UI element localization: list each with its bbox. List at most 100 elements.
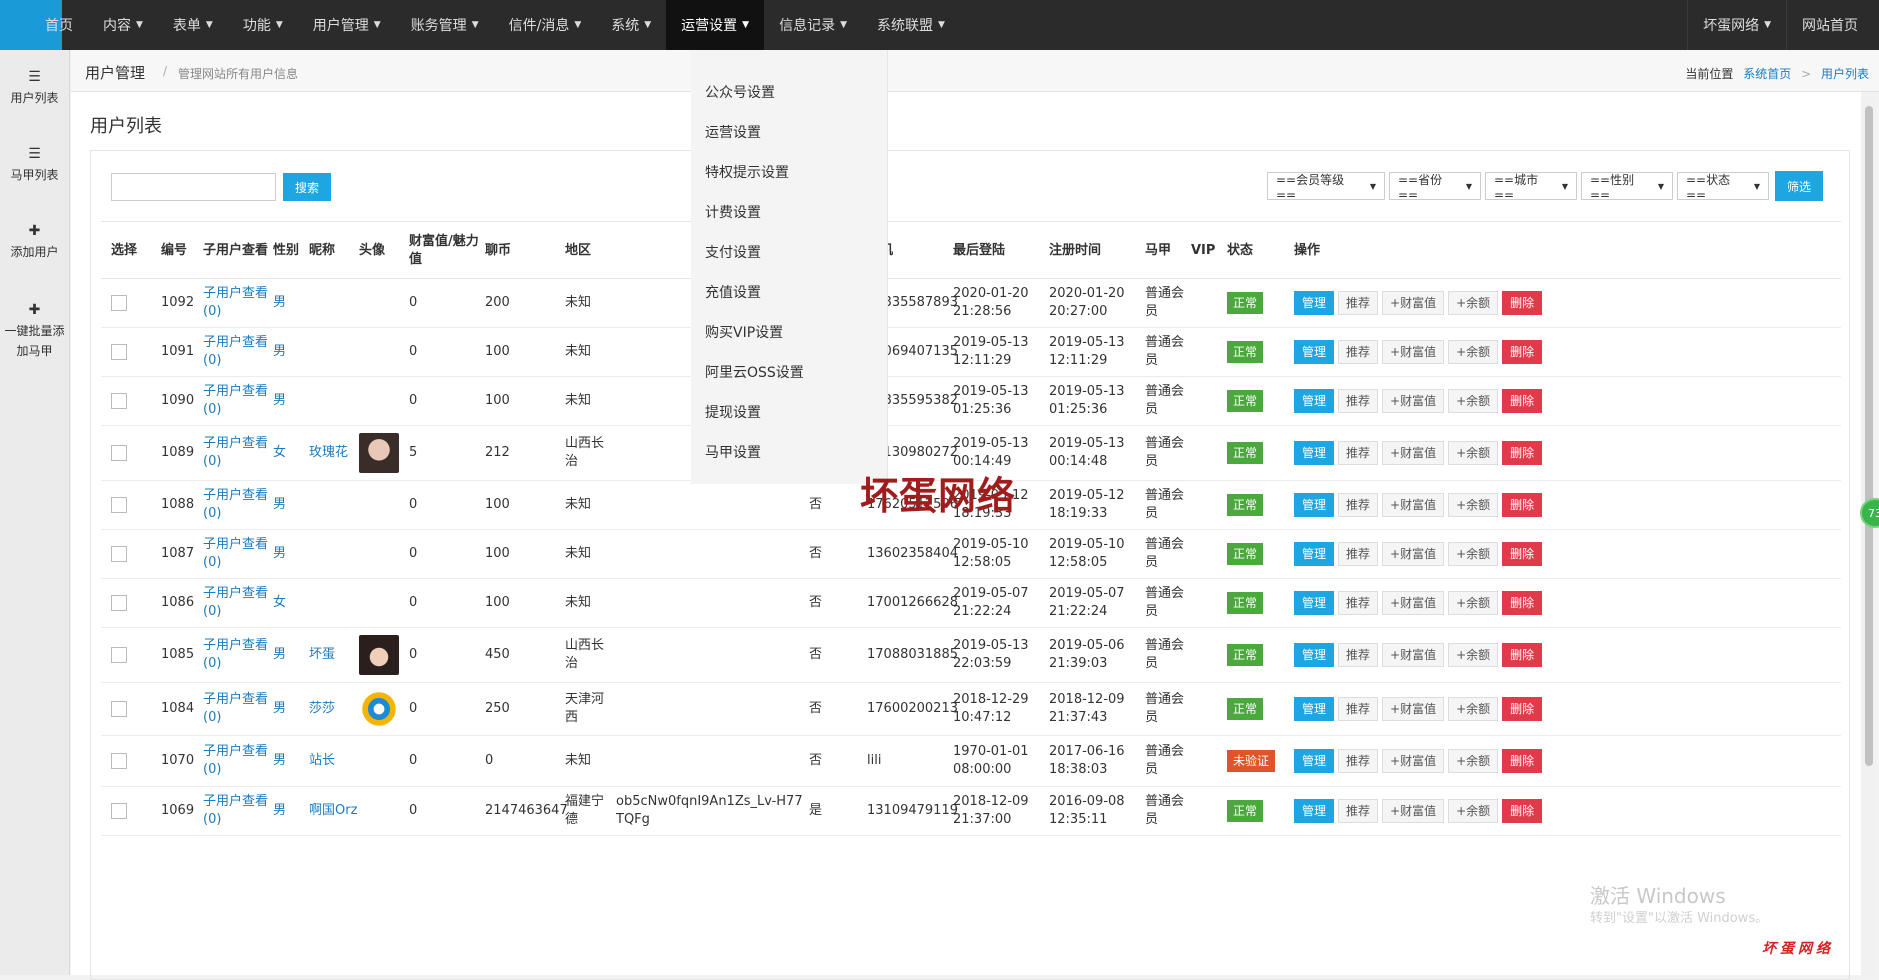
filter-select-2[interactable]: ==城市== ▼ <box>1485 172 1577 202</box>
row-checkbox[interactable] <box>111 701 127 717</box>
nav-item-4[interactable]: 用户管理 ▼ <box>298 0 396 50</box>
manage-button[interactable]: 管理 <box>1294 340 1335 364</box>
add-balance-button[interactable]: +余额 <box>1448 643 1499 667</box>
cell-sub-text[interactable]: 子用户查看(0) <box>203 536 273 572</box>
filter-button[interactable]: 筛选 <box>1775 171 1823 201</box>
recommend-button[interactable]: 推荐 <box>1338 542 1379 566</box>
dropdown-item-0[interactable]: 公众号设置 <box>691 72 887 112</box>
add-balance-button[interactable]: +余额 <box>1448 340 1499 364</box>
dropdown-item-1[interactable]: 运营设置 <box>691 112 887 152</box>
cell-nick-text[interactable]: 坏蛋 <box>309 646 335 664</box>
row-checkbox[interactable] <box>111 647 127 663</box>
add-wealth-button[interactable]: +财富值 <box>1382 340 1445 364</box>
dropdown-item-5[interactable]: 充值设置 <box>691 272 887 312</box>
row-checkbox[interactable] <box>111 393 127 409</box>
dropdown-item-2[interactable]: 特权提示设置 <box>691 152 887 192</box>
delete-button[interactable]: 删除 <box>1502 340 1543 364</box>
add-wealth-button[interactable]: +财富值 <box>1382 799 1445 823</box>
add-balance-button[interactable]: +余额 <box>1448 542 1499 566</box>
nav-item-6[interactable]: 信件/消息 ▼ <box>494 0 597 50</box>
cell-nick-text[interactable]: 啊国Orz <box>309 802 357 820</box>
search-button[interactable]: 搜索 <box>283 173 331 201</box>
cell-sub-text[interactable]: 子用户查看(0) <box>203 334 273 370</box>
delete-button[interactable]: 删除 <box>1502 291 1543 315</box>
recommend-button[interactable]: 推荐 <box>1338 493 1379 517</box>
add-wealth-button[interactable]: +财富值 <box>1382 441 1445 465</box>
sidebar-item-0[interactable]: ☰ 用户列表 <box>0 50 69 127</box>
cell-nick-text[interactable]: 站长 <box>309 752 335 770</box>
add-wealth-button[interactable]: +财富值 <box>1382 389 1445 413</box>
delete-button[interactable]: 删除 <box>1502 591 1543 615</box>
breadcrumb-home-link[interactable]: 系统首页 <box>1743 67 1791 81</box>
delete-button[interactable]: 删除 <box>1502 799 1543 823</box>
breadcrumb-current-link[interactable]: 用户列表 <box>1821 67 1869 81</box>
recommend-button[interactable]: 推荐 <box>1338 643 1379 667</box>
manage-button[interactable]: 管理 <box>1294 441 1335 465</box>
nav-item-7[interactable]: 系统 ▼ <box>596 0 666 50</box>
add-balance-button[interactable]: +余额 <box>1448 441 1499 465</box>
filter-select-3[interactable]: ==性别== ▼ <box>1581 172 1673 202</box>
delete-button[interactable]: 删除 <box>1502 697 1543 721</box>
cell-sub-text[interactable]: 子用户查看(0) <box>203 383 273 419</box>
filter-select-1[interactable]: ==省份== ▼ <box>1389 172 1481 202</box>
add-balance-button[interactable]: +余额 <box>1448 291 1499 315</box>
cell-sub-text[interactable]: 子用户查看(0) <box>203 487 273 523</box>
cell-sub-text[interactable]: 子用户查看(0) <box>203 691 273 727</box>
cell-sub-text[interactable]: 子用户查看(0) <box>203 435 273 471</box>
manage-button[interactable]: 管理 <box>1294 799 1335 823</box>
recommend-button[interactable]: 推荐 <box>1338 291 1379 315</box>
dropdown-item-8[interactable]: 提现设置 <box>691 392 887 432</box>
manage-button[interactable]: 管理 <box>1294 749 1335 773</box>
manage-button[interactable]: 管理 <box>1294 643 1335 667</box>
nav-right-item-0[interactable]: 坏蛋网络 ▼ <box>1687 0 1786 50</box>
row-checkbox[interactable] <box>111 753 127 769</box>
delete-button[interactable]: 删除 <box>1502 493 1543 517</box>
recommend-button[interactable]: 推荐 <box>1338 340 1379 364</box>
scrollbar-thumb[interactable] <box>1865 106 1873 766</box>
nav-item-3[interactable]: 功能 ▼ <box>228 0 298 50</box>
add-balance-button[interactable]: +余额 <box>1448 493 1499 517</box>
dropdown-item-4[interactable]: 支付设置 <box>691 232 887 272</box>
recommend-button[interactable]: 推荐 <box>1338 697 1379 721</box>
nav-item-0[interactable]: 首页 <box>30 0 88 50</box>
sidebar-item-1[interactable]: ☰ 马甲列表 <box>0 127 69 204</box>
row-checkbox[interactable] <box>111 546 127 562</box>
add-wealth-button[interactable]: +财富值 <box>1382 697 1445 721</box>
delete-button[interactable]: 删除 <box>1502 749 1543 773</box>
dropdown-item-9[interactable]: 马甲设置 <box>691 432 887 472</box>
nav-item-10[interactable]: 系统联盟 ▼ <box>862 0 960 50</box>
add-wealth-button[interactable]: +财富值 <box>1382 591 1445 615</box>
cell-nick-text[interactable]: 玫瑰花 <box>309 444 348 462</box>
nav-item-1[interactable]: 内容 ▼ <box>88 0 158 50</box>
delete-button[interactable]: 删除 <box>1502 441 1543 465</box>
add-balance-button[interactable]: +余额 <box>1448 389 1499 413</box>
filter-select-0[interactable]: ==会员等级== ▼ <box>1267 172 1385 202</box>
sidebar-item-2[interactable]: ✚ 添加用户 <box>0 204 69 281</box>
nav-right-item-1[interactable]: 网站首页 <box>1786 0 1873 50</box>
add-balance-button[interactable]: +余额 <box>1448 799 1499 823</box>
recommend-button[interactable]: 推荐 <box>1338 799 1379 823</box>
manage-button[interactable]: 管理 <box>1294 542 1335 566</box>
cell-sub-text[interactable]: 子用户查看(0) <box>203 637 273 673</box>
dropdown-item-7[interactable]: 阿里云OSS设置 <box>691 352 887 392</box>
recommend-button[interactable]: 推荐 <box>1338 389 1379 413</box>
add-balance-button[interactable]: +余额 <box>1448 749 1499 773</box>
row-checkbox[interactable] <box>111 295 127 311</box>
nav-item-9[interactable]: 信息记录 ▼ <box>764 0 862 50</box>
row-checkbox[interactable] <box>111 445 127 461</box>
cell-sub-text[interactable]: 子用户查看(0) <box>203 285 273 321</box>
cell-sub-text[interactable]: 子用户查看(0) <box>203 743 273 779</box>
delete-button[interactable]: 删除 <box>1502 542 1543 566</box>
recommend-button[interactable]: 推荐 <box>1338 591 1379 615</box>
sidebar-item-3[interactable]: ✚ 一键批量添加马甲 <box>0 281 69 381</box>
row-checkbox[interactable] <box>111 803 127 819</box>
recommend-button[interactable]: 推荐 <box>1338 749 1379 773</box>
page-scrollbar[interactable] <box>1862 96 1876 975</box>
cell-sub-text[interactable]: 子用户查看(0) <box>203 793 273 829</box>
row-checkbox[interactable] <box>111 344 127 360</box>
nav-item-5[interactable]: 账务管理 ▼ <box>396 0 494 50</box>
add-balance-button[interactable]: +余额 <box>1448 591 1499 615</box>
manage-button[interactable]: 管理 <box>1294 697 1335 721</box>
delete-button[interactable]: 删除 <box>1502 643 1543 667</box>
add-wealth-button[interactable]: +财富值 <box>1382 493 1445 517</box>
